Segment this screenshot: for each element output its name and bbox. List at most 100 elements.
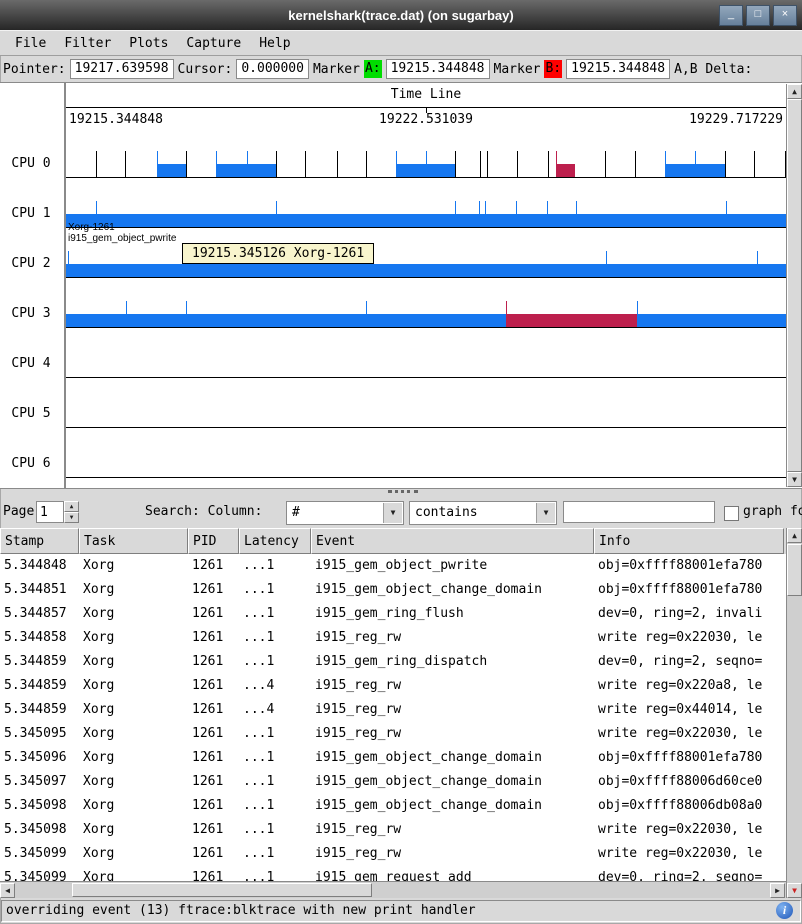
- pane-splitter[interactable]: [0, 487, 802, 497]
- match-select[interactable]: contains ▼: [409, 501, 557, 525]
- table-row[interactable]: 5.344859Xorg1261...1i915_gem_ring_dispat…: [0, 650, 786, 674]
- pointer-label: Pointer:: [3, 62, 66, 77]
- cell-stamp: 5.345095: [0, 722, 79, 746]
- menu-item-capture[interactable]: Capture: [177, 34, 250, 53]
- timeline-title: Time Line: [66, 87, 786, 102]
- event-tick: [455, 151, 456, 177]
- hover-task-labels: Xorg-1261 i915_gem_object_pwrite: [68, 222, 176, 244]
- chevron-down-icon[interactable]: ▼: [536, 503, 555, 523]
- cell-stamp: 5.344851: [0, 578, 79, 602]
- graph-vertical-scrollbar[interactable]: ▲ ▼: [786, 84, 802, 487]
- spin-down-icon[interactable]: ▼: [64, 512, 79, 523]
- table-row[interactable]: 5.344859Xorg1261...4i915_reg_rwwrite reg…: [0, 674, 786, 698]
- menu-item-file[interactable]: File: [6, 34, 55, 53]
- table-row[interactable]: 5.344858Xorg1261...1i915_reg_rwwrite reg…: [0, 626, 786, 650]
- cell-event: i915_reg_rw: [311, 698, 594, 722]
- column-header-event[interactable]: Event: [311, 528, 594, 554]
- cpu-row-5[interactable]: [66, 400, 786, 428]
- table-horizontal-scrollbar[interactable]: ◀ ▶: [0, 881, 786, 898]
- close-icon[interactable]: ×: [773, 5, 797, 26]
- cell-latency: ...1: [239, 626, 311, 650]
- cell-task: Xorg: [79, 770, 188, 794]
- cell-task: Xorg: [79, 626, 188, 650]
- window-controls: _ □ ×: [719, 5, 797, 26]
- cell-pid: 1261: [188, 674, 239, 698]
- cell-event: i915_gem_ring_flush: [311, 602, 594, 626]
- cpu-row-0[interactable]: [66, 150, 786, 178]
- cpu-row-4[interactable]: [66, 350, 786, 378]
- table-row[interactable]: 5.344859Xorg1261...4i915_reg_rwwrite reg…: [0, 698, 786, 722]
- event-tick-blue: [68, 251, 69, 264]
- cell-event: i915_gem_object_change_domain: [311, 770, 594, 794]
- graph-follows-checkbox[interactable]: [724, 506, 739, 521]
- graph-pane: CPU 0CPU 1CPU 2CPU 3CPU 4CPU 5CPU 6 Time…: [0, 82, 802, 489]
- scroll-left-icon[interactable]: ◀: [0, 883, 15, 898]
- event-label: i915_gem_object_pwrite: [68, 233, 176, 244]
- scroll-right-icon[interactable]: ▶: [770, 883, 785, 898]
- menu-item-filter[interactable]: Filter: [55, 34, 120, 53]
- plot-area[interactable]: Time Line 19215.344848 19222.531039 1922…: [64, 83, 786, 488]
- page-input[interactable]: [36, 501, 64, 523]
- table-row[interactable]: 5.345099Xorg1261...1i915_gem_request_add…: [0, 866, 786, 881]
- chevron-down-icon[interactable]: ▼: [383, 503, 402, 523]
- column-select[interactable]: # ▼: [286, 501, 404, 525]
- table-row[interactable]: 5.345099Xorg1261...1i915_reg_rwwrite reg…: [0, 842, 786, 866]
- minimize-icon[interactable]: _: [719, 5, 743, 26]
- cell-info: dev=0, ring=2, seqno=: [594, 650, 784, 674]
- maximize-icon[interactable]: □: [746, 5, 770, 26]
- column-header-task[interactable]: Task: [79, 528, 188, 554]
- menu-item-plots[interactable]: Plots: [120, 34, 177, 53]
- cell-event: i915_gem_ring_dispatch: [311, 650, 594, 674]
- column-header-latency[interactable]: Latency: [239, 528, 311, 554]
- cpu-label-6: CPU 6: [0, 456, 62, 472]
- cpu-row-6[interactable]: [66, 450, 786, 478]
- scroll-up-icon[interactable]: ▲: [787, 84, 802, 99]
- spin-up-icon[interactable]: ▲: [64, 501, 79, 512]
- table-scroll-thumb[interactable]: [787, 544, 802, 596]
- scroll-down-icon[interactable]: ▼: [787, 883, 802, 898]
- table-row[interactable]: 5.344848Xorg1261...1i915_gem_object_pwri…: [0, 554, 786, 578]
- menu-item-help[interactable]: Help: [250, 34, 299, 53]
- search-input[interactable]: [563, 501, 715, 523]
- table-row[interactable]: 5.345098Xorg1261...1i915_gem_object_chan…: [0, 794, 786, 818]
- info-icon[interactable]: i: [776, 902, 793, 919]
- task-bar-red: [506, 314, 637, 327]
- table-row[interactable]: 5.344851Xorg1261...1i915_gem_object_chan…: [0, 578, 786, 602]
- table-row[interactable]: 5.345098Xorg1261...1i915_reg_rwwrite reg…: [0, 818, 786, 842]
- graph-scroll-thumb[interactable]: [787, 99, 802, 472]
- cell-latency: ...1: [239, 770, 311, 794]
- cell-stamp: 5.344859: [0, 674, 79, 698]
- cell-info: write reg=0x22030, le: [594, 842, 784, 866]
- table-vertical-scrollbar[interactable]: ▲ ▼: [786, 528, 802, 898]
- splitter-grip-icon[interactable]: [388, 490, 418, 493]
- cell-pid: 1261: [188, 842, 239, 866]
- scroll-down-icon[interactable]: ▼: [787, 472, 802, 487]
- cell-pid: 1261: [188, 698, 239, 722]
- scroll-up-icon[interactable]: ▲: [787, 528, 802, 543]
- table-row[interactable]: 5.345097Xorg1261...1i915_gem_object_chan…: [0, 770, 786, 794]
- timestamp-center: 19222.531039: [379, 112, 473, 127]
- title-bar[interactable]: kernelshark(trace.dat) (on sugarbay) _ □…: [0, 0, 802, 31]
- table-row[interactable]: 5.344857Xorg1261...1i915_gem_ring_flushd…: [0, 602, 786, 626]
- page-label: Page: [3, 504, 34, 519]
- cell-stamp: 5.344859: [0, 650, 79, 674]
- cell-latency: ...4: [239, 674, 311, 698]
- event-tick-blue: [547, 201, 548, 214]
- event-tick: [605, 151, 606, 177]
- table-row[interactable]: 5.345096Xorg1261...1i915_gem_object_chan…: [0, 746, 786, 770]
- cpu-row-3[interactable]: [66, 300, 786, 328]
- cell-task: Xorg: [79, 674, 188, 698]
- task-bar: [665, 164, 725, 177]
- column-header-stamp[interactable]: Stamp: [0, 528, 79, 554]
- cell-stamp: 5.344857: [0, 602, 79, 626]
- table-row[interactable]: 5.345095Xorg1261...1i915_reg_rwwrite reg…: [0, 722, 786, 746]
- column-header-pid[interactable]: PID: [188, 528, 239, 554]
- event-tick: [337, 151, 338, 177]
- hscroll-thumb[interactable]: [72, 883, 372, 897]
- window-title: kernelshark(trace.dat) (on sugarbay): [288, 8, 513, 23]
- cpu-label-3: CPU 3: [0, 306, 62, 322]
- cpu-row-2[interactable]: [66, 250, 786, 278]
- column-header-info[interactable]: Info: [594, 528, 784, 554]
- cell-stamp: 5.345098: [0, 818, 79, 842]
- cell-task: Xorg: [79, 794, 188, 818]
